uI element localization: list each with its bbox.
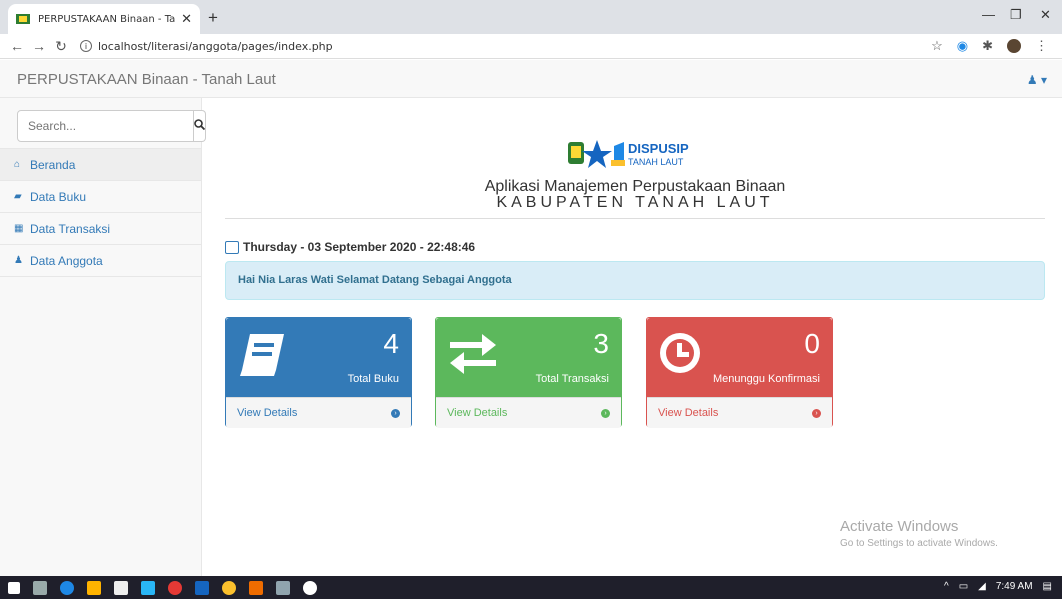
sidebar: ⌂ Beranda ▰ Data Buku ▦ Data Transaksi ♟… bbox=[0, 98, 206, 576]
search-input[interactable] bbox=[17, 110, 194, 142]
extension-icon[interactable]: ◉ bbox=[957, 38, 968, 54]
user-dropdown[interactable]: ♟ ▾ bbox=[1027, 73, 1047, 87]
datetime-text: Thursday - 03 September 2020 - 22:48:46 bbox=[243, 240, 476, 254]
view-details-link[interactable]: View Details › bbox=[436, 397, 621, 428]
dispusip-logo: DISPUSIP TANAH LAUT bbox=[566, 136, 696, 172]
chevron-up-icon[interactable]: ^ bbox=[944, 581, 949, 592]
sidebar-item-label: Data Anggota bbox=[30, 253, 103, 268]
browser-tab[interactable]: PERPUSTAKAAN Binaan - Tanah ✕ bbox=[8, 4, 200, 34]
divider bbox=[225, 218, 1045, 219]
app-icon[interactable] bbox=[303, 580, 317, 595]
brand[interactable]: PERPUSTAKAAN Binaan - Tanah Laut bbox=[17, 71, 276, 88]
svg-text:DISPUSIP: DISPUSIP bbox=[628, 141, 689, 156]
minimize-icon[interactable]: — bbox=[982, 7, 995, 22]
mail-icon[interactable] bbox=[141, 580, 155, 595]
clock-icon bbox=[657, 330, 707, 383]
opera-icon[interactable] bbox=[168, 580, 182, 595]
panel-label: Total Transaksi bbox=[535, 373, 609, 385]
star-icon[interactable]: ☆ bbox=[931, 38, 943, 54]
puzzle-icon[interactable]: ✱ bbox=[982, 38, 993, 54]
windows-start-icon[interactable] bbox=[8, 581, 20, 594]
system-tray: ^ ▭ ◢ 7:49 AM ▤ bbox=[944, 581, 1052, 592]
arrow-circle-icon: › bbox=[601, 408, 610, 418]
edge-icon[interactable] bbox=[60, 580, 74, 595]
new-tab-icon[interactable]: + bbox=[208, 8, 218, 28]
network-icon[interactable]: ▭ bbox=[959, 581, 968, 592]
clock-text[interactable]: 7:49 AM bbox=[996, 581, 1033, 592]
sidebar-item-label: Data Transaksi bbox=[30, 221, 111, 236]
arrow-circle-icon: › bbox=[812, 408, 821, 418]
notification-icon[interactable]: ▤ bbox=[1043, 581, 1052, 592]
info-icon[interactable]: i bbox=[80, 40, 92, 52]
volume-icon[interactable]: ◢ bbox=[978, 581, 986, 592]
address-bar-row: ← → ↻ i localhost/literasi/anggota/pages… bbox=[0, 34, 1062, 59]
sidebar-item-data-transaksi[interactable]: ▦ Data Transaksi bbox=[0, 213, 201, 245]
forward-icon[interactable]: → bbox=[28, 38, 50, 54]
svg-text:TANAH LAUT: TANAH LAUT bbox=[628, 157, 684, 167]
welcome-alert: Hai Nia Laras Wati Selamat Datang Sebaga… bbox=[225, 261, 1045, 300]
panel-menunggu-konfirmasi: 0 Menunggu Konfirmasi View Details › bbox=[646, 317, 833, 428]
book-icon bbox=[236, 330, 288, 383]
user-icon: ♟ bbox=[14, 255, 23, 266]
welcome-text: Hai Nia Laras Wati Selamat Datang Sebaga… bbox=[238, 274, 512, 286]
close-tab-icon[interactable]: ✕ bbox=[181, 11, 192, 27]
reload-icon[interactable]: ↻ bbox=[50, 38, 72, 55]
calendar-icon bbox=[225, 240, 239, 254]
chrome-icon[interactable] bbox=[222, 580, 236, 595]
panel-label: Total Buku bbox=[347, 373, 399, 385]
url-text: localhost/literasi/anggota/pages/index.p… bbox=[98, 39, 333, 53]
search-button[interactable] bbox=[194, 110, 206, 142]
file-explorer-icon[interactable] bbox=[87, 580, 101, 595]
sidebar-item-data-buku[interactable]: ▰ Data Buku bbox=[0, 181, 201, 213]
activate-windows-watermark: Activate Windows Go to Settings to activ… bbox=[840, 518, 998, 549]
user-icon: ♟ bbox=[1026, 73, 1038, 87]
datetime: Thursday - 03 September 2020 - 22:48:46 bbox=[225, 240, 475, 254]
favicon-icon bbox=[16, 12, 30, 26]
word-icon[interactable] bbox=[195, 580, 209, 595]
panel-total-buku: 4 Total Buku View Details › bbox=[225, 317, 412, 428]
app-icon[interactable] bbox=[276, 580, 290, 595]
panel-label: Menunggu Konfirmasi bbox=[712, 373, 820, 385]
home-icon: ⌂ bbox=[14, 159, 21, 170]
grid-icon: ▦ bbox=[14, 223, 24, 234]
store-icon[interactable] bbox=[114, 580, 128, 595]
panel-count: 3 bbox=[593, 328, 609, 359]
profile-avatar[interactable] bbox=[1007, 39, 1021, 53]
page-subtitle: KABUPATEN TANAH LAUT bbox=[496, 194, 774, 211]
browser-tabbar: PERPUSTAKAAN Binaan - Tanah ✕ + — ❐ ✕ bbox=[0, 0, 1062, 34]
task-view-icon[interactable] bbox=[33, 580, 47, 595]
sidebar-item-label: Data Buku bbox=[30, 189, 87, 204]
view-details-link[interactable]: View Details › bbox=[226, 397, 411, 428]
sidebar-item-beranda[interactable]: ⌂ Beranda bbox=[0, 149, 201, 181]
panel-count: 4 bbox=[383, 328, 399, 359]
menu-icon[interactable]: ⋮ bbox=[1035, 38, 1048, 54]
app-icon[interactable] bbox=[249, 580, 263, 595]
sidebar-item-label: Beranda bbox=[30, 157, 76, 172]
view-details-link[interactable]: View Details › bbox=[647, 397, 832, 428]
url-field[interactable]: i localhost/literasi/anggota/pages/index… bbox=[80, 36, 931, 57]
taskbar: ^ ▭ ◢ 7:49 AM ▤ bbox=[0, 576, 1062, 599]
panel-count: 0 bbox=[804, 328, 820, 359]
arrow-circle-icon: › bbox=[391, 408, 400, 418]
search-group bbox=[17, 110, 206, 142]
restore-icon[interactable]: ❐ bbox=[1010, 7, 1022, 23]
exchange-icon bbox=[446, 330, 500, 383]
caret-down-icon: ▾ bbox=[1040, 73, 1047, 87]
tab-title: PERPUSTAKAAN Binaan - Tanah bbox=[38, 13, 176, 25]
sidebar-menu: ⌂ Beranda ▰ Data Buku ▦ Data Transaksi ♟… bbox=[0, 148, 201, 277]
book-icon: ▰ bbox=[14, 191, 22, 202]
search-icon bbox=[194, 119, 206, 131]
panel-total-transaksi: 3 Total Transaksi View Details › bbox=[435, 317, 622, 428]
app-navbar: PERPUSTAKAAN Binaan - Tanah Laut ♟ ▾ bbox=[0, 60, 1062, 98]
sidebar-item-data-anggota[interactable]: ♟ Data Anggota bbox=[0, 245, 201, 277]
close-window-icon[interactable]: ✕ bbox=[1040, 7, 1051, 23]
back-icon[interactable]: ← bbox=[6, 38, 28, 54]
